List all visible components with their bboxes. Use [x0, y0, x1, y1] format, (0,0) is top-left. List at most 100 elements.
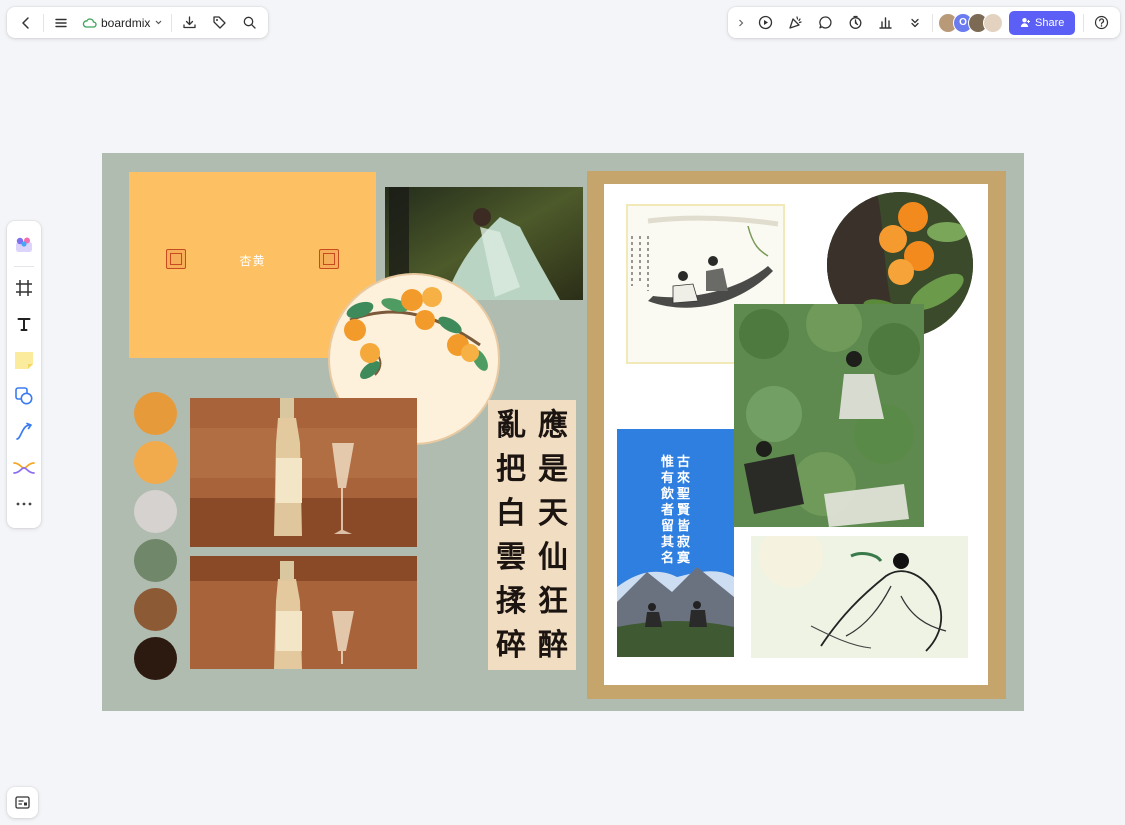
present-button[interactable]	[750, 8, 780, 38]
poem-char: 有	[660, 471, 674, 486]
left-creation-toolbar	[7, 221, 41, 528]
help-button[interactable]	[1086, 8, 1116, 38]
chevron-right-icon	[739, 19, 744, 26]
divider	[171, 13, 173, 32]
calligraphy-char: 應	[538, 408, 568, 443]
timer-icon	[849, 15, 861, 29]
share-label: Share	[1035, 16, 1065, 29]
collaborators[interactable]: O	[935, 12, 1003, 33]
back-button[interactable]	[11, 8, 41, 38]
more-tools-button[interactable]	[9, 487, 39, 521]
poem-char: 古	[676, 455, 690, 470]
poem-poster[interactable]: 古 來 聖 賢 皆 寂 寞 惟 有 飲 者 留 其 名	[617, 429, 734, 657]
celebrate-button[interactable]	[780, 8, 810, 38]
avatar-initial: O	[959, 17, 967, 28]
templates-icon	[16, 237, 32, 252]
poem-char: 聖	[676, 487, 690, 502]
top-right-toolbar: O Share	[728, 7, 1121, 38]
calligraphy-char: 醉	[538, 628, 568, 663]
calligraphy-char: 雲	[496, 540, 526, 575]
calligraphy-char: 揉	[496, 584, 526, 619]
liquor-bottle-photo-2[interactable]	[190, 556, 417, 669]
text-tool-button[interactable]	[9, 307, 39, 341]
help-icon	[1094, 15, 1108, 30]
palette-swatch-dark-brown[interactable]	[134, 637, 177, 680]
more-tools-button[interactable]	[900, 8, 930, 38]
menu-button[interactable]	[46, 8, 76, 38]
palette-swatch-brown[interactable]	[134, 588, 177, 631]
calligraphy-char: 天	[538, 496, 568, 531]
divider	[43, 13, 44, 32]
calligraphy-column: 應 是 天 仙 狂 醉	[534, 404, 572, 670]
divider	[14, 266, 34, 267]
calligraphy-char: 是	[538, 452, 568, 487]
mind-map-button[interactable]	[9, 451, 39, 485]
tag-button[interactable]	[204, 8, 234, 38]
lotus-pond-still[interactable]	[734, 304, 924, 527]
poem-char: 皆	[676, 519, 690, 534]
poem-char: 來	[676, 471, 690, 486]
shape-tool-button[interactable]	[9, 379, 39, 413]
menu-icon	[55, 18, 67, 27]
vote-button[interactable]	[870, 8, 900, 38]
poem-char: 留	[660, 519, 674, 534]
chevrons-down-icon	[911, 18, 919, 27]
play-icon	[758, 15, 772, 30]
bar-chart-icon	[878, 17, 892, 29]
palette-swatch-light-gray[interactable]	[134, 490, 177, 533]
comment-icon	[818, 16, 831, 29]
more-horizontal-icon	[16, 502, 32, 506]
connector-icon	[16, 422, 32, 440]
frame-icon	[16, 280, 32, 296]
calligraphy-char: 把	[496, 452, 526, 487]
collage-canvas: 古 來 聖 賢 皆 寂 寞 惟 有 飲 者 留 其 名	[604, 184, 988, 685]
download-button[interactable]	[174, 8, 204, 38]
sticky-note-button[interactable]	[9, 343, 39, 377]
red-seal-right	[319, 249, 339, 269]
calligraphy-char: 仙	[538, 540, 568, 575]
minimap-button[interactable]	[7, 787, 38, 818]
download-icon	[183, 16, 196, 29]
top-left-toolbar: boardmix	[7, 7, 269, 38]
connector-tool-button[interactable]	[9, 415, 39, 449]
share-button[interactable]: Share	[1009, 10, 1076, 35]
mind-map-icon	[13, 462, 35, 474]
liquor-bottle-photo[interactable]	[190, 398, 417, 547]
palette-swatch-light-orange[interactable]	[134, 441, 177, 484]
chevron-down-icon	[155, 20, 162, 25]
search-button[interactable]	[234, 8, 264, 38]
calligraphy-column: 亂 把 白 雲 揉 碎	[492, 404, 530, 670]
poem-char: 賢	[676, 503, 690, 518]
poem-char: 惟	[660, 455, 674, 470]
frame-tool-button[interactable]	[9, 271, 39, 305]
collage-frame[interactable]: 古 來 聖 賢 皆 寂 寞 惟 有 飲 者 留 其 名	[587, 171, 1006, 699]
minimap-icon	[15, 796, 30, 809]
shapes-icon	[15, 387, 33, 405]
add-user-icon	[1020, 18, 1030, 27]
sticky-note-icon	[15, 352, 33, 369]
poem-char: 者	[660, 503, 674, 518]
calligraphy-char: 白	[496, 496, 526, 531]
app-name: boardmix	[101, 15, 151, 30]
tag-icon	[213, 16, 226, 29]
poem-char: 飲	[660, 487, 674, 502]
text-icon	[17, 318, 31, 331]
templates-button[interactable]	[9, 228, 39, 262]
board-name-dropdown[interactable]: boardmix	[76, 8, 169, 38]
moodboard-frame[interactable]: 杏黄 應 是 天 仙 狂 醉 亂 把 白 雲 揉 碎 古 來 聖 賢 皆 寂 寞…	[102, 153, 1024, 711]
ink-immortal-painting[interactable]	[751, 536, 968, 658]
calligraphy-char: 碎	[496, 628, 526, 663]
comment-button[interactable]	[810, 8, 840, 38]
chevron-left-icon	[22, 16, 29, 29]
palette-swatch-apricot[interactable]	[134, 392, 177, 435]
party-popper-icon	[788, 16, 802, 29]
calligraphy-panel[interactable]: 應 是 天 仙 狂 醉 亂 把 白 雲 揉 碎	[488, 400, 576, 670]
calligraphy-char: 狂	[538, 584, 568, 619]
divider	[932, 13, 933, 32]
divider	[1083, 13, 1085, 32]
cloud-sync-icon	[82, 17, 97, 28]
palette-swatch-sage-green[interactable]	[134, 539, 177, 582]
collapse-toolbar-button[interactable]	[732, 8, 750, 38]
timer-button[interactable]	[840, 8, 870, 38]
avatar[interactable]	[983, 12, 1003, 33]
